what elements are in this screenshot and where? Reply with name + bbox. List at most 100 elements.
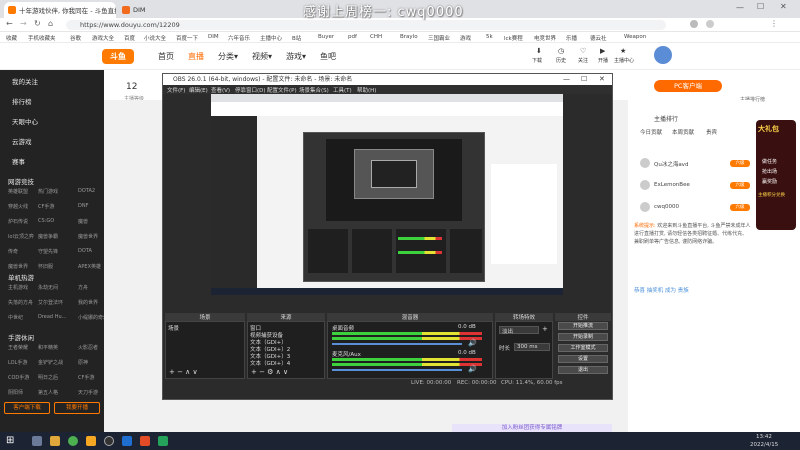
sidebar-game-link[interactable]: DNF <box>78 203 88 209</box>
browser-tab-dim[interactable]: DIM <box>118 2 158 18</box>
sidebar-game-link[interactable]: 魔兽 <box>78 218 88 225</box>
obs-maximize-icon[interactable]: ☐ <box>581 74 587 85</box>
nav-game[interactable]: 游戏▾ <box>286 51 306 62</box>
transition-select[interactable]: 淡出 <box>499 326 539 335</box>
obs-close-icon[interactable]: ✕ <box>599 74 605 85</box>
profile-icon[interactable] <box>706 20 714 28</box>
sidebar-game-link[interactable]: 魔兽世界 <box>8 263 28 270</box>
bookmark-item[interactable]: CHH <box>370 34 382 40</box>
sidebar-game-link[interactable]: 传奇 <box>8 248 18 255</box>
mic-speaker-icon[interactable]: 🔊 <box>468 365 477 373</box>
tab-today[interactable]: 今日贡献 <box>640 128 662 136</box>
sidebar-game-link[interactable]: DOTA2 <box>78 188 95 194</box>
app-icon[interactable] <box>140 436 150 446</box>
rank-user[interactable]: Qu冰之海avd <box>654 160 688 168</box>
sidebar-game-link[interactable]: 英雄联盟 <box>8 188 28 195</box>
fan-club-banner[interactable]: 加入粉丝团获得专属铭牌 <box>452 424 612 432</box>
rank-user[interactable]: cwq0000 <box>654 204 679 210</box>
promo-widget[interactable]: 大礼包 做任务 抢出场 赢奖励 主播积分兑换 <box>756 120 796 230</box>
bookmark-item[interactable]: 电竞世界 <box>534 34 556 42</box>
start-broadcast-button[interactable]: 我要开播 <box>54 402 100 414</box>
bookmark-item[interactable]: 小说大全 <box>144 34 166 42</box>
duration-input[interactable]: 300 ms <box>514 343 550 351</box>
settings-button[interactable]: 设置 <box>558 355 608 363</box>
bookmark-item[interactable]: 谷歌 <box>70 34 81 42</box>
sidebar-game-link[interactable]: 穿越火线 <box>8 203 28 210</box>
site-logo[interactable]: 斗鱼 <box>102 49 134 64</box>
rank-user[interactable]: ExLemonBee <box>654 182 690 188</box>
start-streaming-button[interactable]: 开始推流 <box>558 322 608 330</box>
sidebar-game-link[interactable]: 原神 <box>78 359 88 366</box>
app-icon[interactable] <box>86 436 96 446</box>
bookmark-item[interactable]: 乐播 <box>566 34 577 42</box>
extension-icon[interactable] <box>690 20 698 28</box>
sidebar-game-link[interactable]: CS:GO <box>38 218 54 224</box>
bookmark-item[interactable]: 收藏 <box>6 34 17 42</box>
browser-tab-douyu[interactable]: 十年游戏伙伴, 你我同在 - 斗鱼直播 <box>4 2 116 18</box>
close-icon[interactable]: ✕ <box>780 2 787 11</box>
source-item[interactable]: 文本（GDI+）4 <box>250 359 290 367</box>
broadcast-icon[interactable]: ▶ <box>600 47 605 55</box>
bookmark-item[interactable]: 百度 <box>124 34 135 42</box>
broadcast-label[interactable]: 开播 <box>598 57 608 64</box>
url-input[interactable]: https://www.douyu.com/12209 <box>66 20 666 30</box>
anchor-center-label[interactable]: 主播中心 <box>614 57 634 64</box>
user-avatar[interactable] <box>640 158 650 168</box>
sidebar-game-link[interactable]: 和平精英 <box>38 344 58 351</box>
bookmark-item[interactable]: 德云社 <box>590 34 607 42</box>
sidebar-game-link[interactable]: 王者荣耀 <box>8 344 28 351</box>
source-add-icon[interactable]: + − ⚙ ∧ ∨ <box>251 368 288 376</box>
obs-preview[interactable] <box>211 94 563 295</box>
obs-menu-edit[interactable]: 编辑(E) <box>189 86 208 94</box>
bookmark-item[interactable]: 游戏大全 <box>92 34 114 42</box>
transition-add-icon[interactable]: + <box>542 325 548 333</box>
bookmark-item[interactable]: 手机收藏夹 <box>28 34 56 42</box>
user-avatar[interactable] <box>640 202 650 212</box>
bookmark-item[interactable]: Buyer <box>318 34 334 40</box>
desktop-speaker-icon[interactable]: 🔊 <box>468 339 477 347</box>
app-icon[interactable] <box>122 436 132 446</box>
obs-menu-dock[interactable]: 停靠窗口(D) <box>235 86 266 94</box>
exit-button[interactable]: 退出 <box>558 366 608 374</box>
reload-icon[interactable]: ↻ <box>34 19 41 28</box>
bookmark-item[interactable]: DIM <box>208 34 219 40</box>
sidebar-game-link[interactable]: COD手游 <box>8 374 29 381</box>
file-explorer-icon[interactable] <box>50 436 60 446</box>
bookmark-item[interactable]: 三国霸业 <box>428 34 450 42</box>
user-avatar[interactable] <box>640 180 650 190</box>
sidebar-item-sky[interactable]: 天眼中心 <box>12 116 38 126</box>
sidebar-game-link[interactable]: 守望先锋 <box>38 248 58 255</box>
studio-mode-button[interactable]: 工作室模式 <box>558 344 608 352</box>
windows-start-icon[interactable]: ⊞ <box>6 435 14 446</box>
bookmark-item[interactable]: pdf <box>348 34 357 40</box>
mic-volume-slider[interactable] <box>332 369 462 371</box>
sidebar-item-follow[interactable]: 我的关注 <box>12 76 38 86</box>
bookmark-item[interactable]: 游戏 <box>460 34 471 42</box>
obs-menu-tools[interactable]: 工具(T) <box>333 86 352 94</box>
obs-menu-scene-collection[interactable]: 场景集合(S) <box>299 86 329 94</box>
history-icon[interactable]: ◷ <box>558 47 564 55</box>
sidebar-game-link[interactable]: 魔兽争霸 <box>38 233 58 240</box>
bookmark-item[interactable]: Braylo <box>400 34 418 40</box>
sidebar-game-link[interactable]: 永劫无间 <box>38 284 58 291</box>
tab-vip[interactable]: 贵宾 <box>706 128 717 136</box>
menu-icon[interactable]: ⋮ <box>770 19 778 28</box>
sidebar-game-link[interactable]: 主机游戏 <box>8 284 28 291</box>
home-icon[interactable]: ⌂ <box>48 19 53 28</box>
promo-button[interactable]: 主播积分兑换 <box>758 192 785 198</box>
sidebar-item-cloud-game[interactable]: 云游戏 <box>12 136 32 146</box>
pc-client-button[interactable]: PC客户端 <box>654 80 722 92</box>
start-recording-button[interactable]: 开始录制 <box>558 333 608 341</box>
nav-home[interactable]: 首页 <box>158 51 174 62</box>
nav-category[interactable]: 分类▾ <box>218 51 238 62</box>
client-download-button[interactable]: 客户端下载 <box>4 402 50 414</box>
sidebar-game-link[interactable]: 热门游戏 <box>38 188 58 195</box>
bookmark-item[interactable]: 主播中心 <box>260 34 282 42</box>
chrome-icon[interactable] <box>68 436 78 446</box>
nav-fishbar[interactable]: 鱼吧 <box>320 51 336 62</box>
sidebar-game-link[interactable]: 炉石传说 <box>8 218 28 225</box>
scene-add-icon[interactable]: + − ∧ ∨ <box>169 368 198 376</box>
sidebar-game-link[interactable]: 金铲铲之战 <box>38 359 63 366</box>
search-icon[interactable] <box>32 436 42 446</box>
sidebar-game-link[interactable]: 失落的方舟 <box>8 299 33 306</box>
